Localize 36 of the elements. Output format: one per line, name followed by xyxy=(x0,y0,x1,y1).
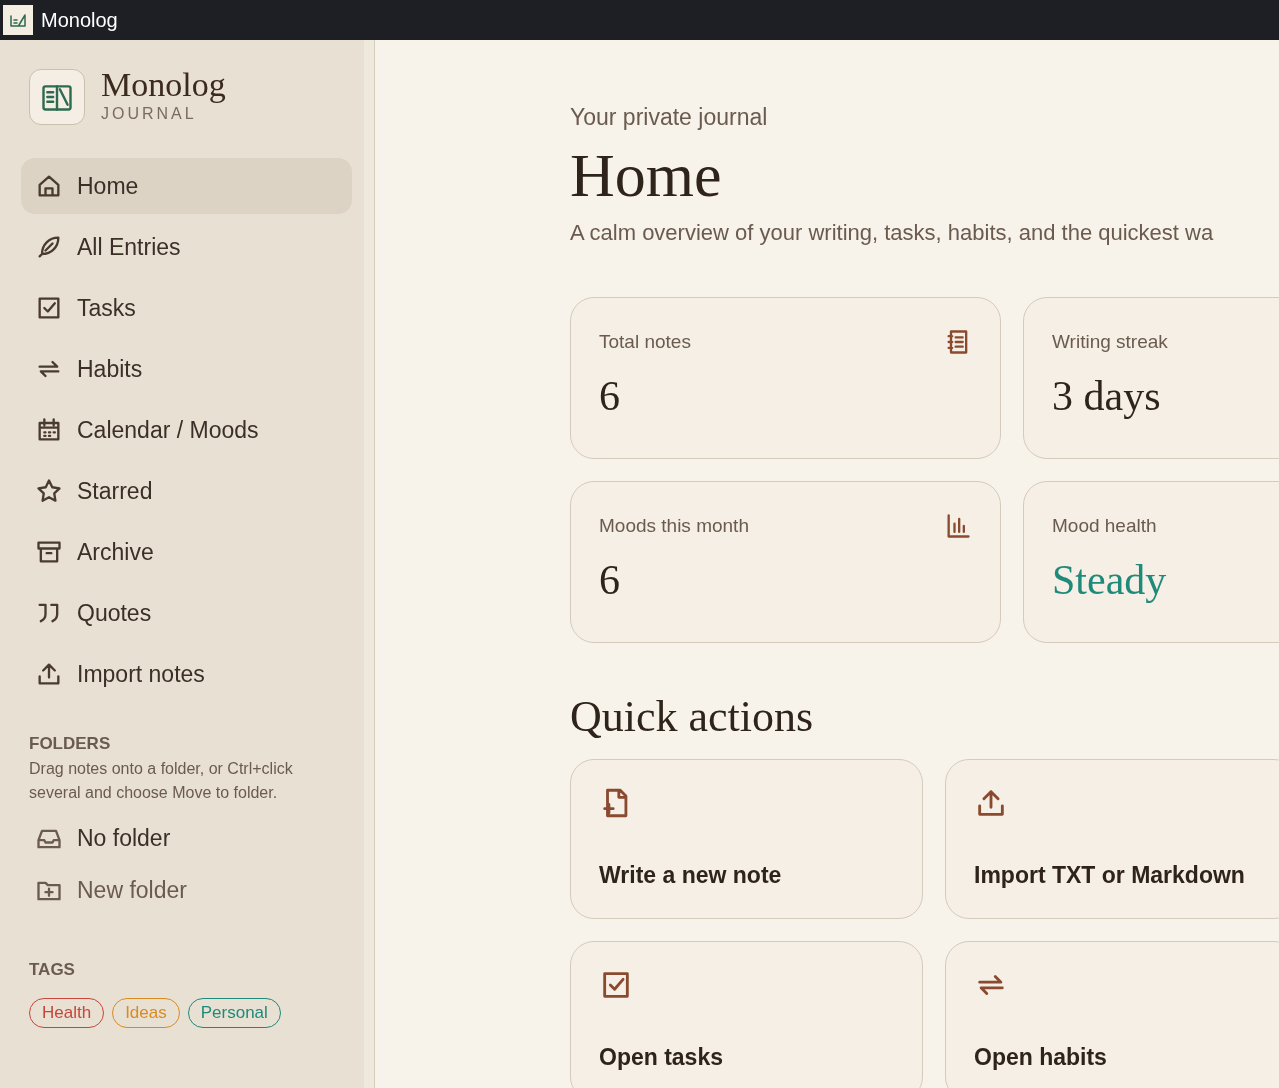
nav-item[interactable]: Starred xyxy=(21,463,352,519)
quick-action-card[interactable]: Open habits xyxy=(945,941,1279,1088)
stat-label: Moods this month xyxy=(599,513,749,538)
star-icon xyxy=(35,477,63,505)
section-title: Quick actions xyxy=(570,690,815,743)
nav-item[interactable]: Habits xyxy=(21,341,352,397)
brand-name: Monolog xyxy=(101,68,226,102)
stat-label: Writing streak xyxy=(1052,329,1168,354)
folder-item[interactable]: No folder xyxy=(21,812,352,865)
nav-item[interactable]: Calendar / Moods xyxy=(21,402,352,458)
stat-value: 6 xyxy=(599,371,621,421)
nav-item[interactable]: Import notes xyxy=(21,646,352,702)
book-icon xyxy=(29,69,85,125)
quick-action-card[interactable]: Write a new note xyxy=(570,759,923,920)
stat-value: 3 days xyxy=(1052,371,1162,421)
page-title: Home xyxy=(570,142,723,208)
nav-item[interactable]: Quotes xyxy=(21,585,352,641)
folders-hint: Drag notes onto a folder, or Ctrl+click several and choose Move to folder. xyxy=(29,758,294,803)
nav-item[interactable]: All Entries xyxy=(21,219,352,275)
section-heading: FOLDERS xyxy=(29,733,112,755)
nav-item[interactable]: Tasks xyxy=(21,280,352,336)
nav-item[interactable]: Home xyxy=(21,158,352,214)
brand-subtitle: JOURNAL xyxy=(101,104,198,124)
stat-value: 6 xyxy=(599,555,621,605)
page-eyebrow: Your private journal xyxy=(570,103,769,132)
page-subtitle: A calm overview of your writing, tasks, habits, and the quickest wa xyxy=(570,218,1215,247)
stat-value: Steady xyxy=(1052,555,1168,605)
stat-label: Total notes xyxy=(599,329,691,354)
section-heading: TAGS xyxy=(29,958,76,981)
new-folder-button[interactable]: New folder xyxy=(21,864,352,917)
window-title: Monolog xyxy=(41,8,118,33)
app-icon xyxy=(3,5,33,35)
nav-item[interactable]: Archive xyxy=(21,524,352,580)
stat-label: Mood health xyxy=(1052,513,1157,538)
quick-action-card[interactable]: Import TXT or Markdown xyxy=(945,759,1279,920)
quick-action-card[interactable]: Open tasks xyxy=(570,941,923,1088)
